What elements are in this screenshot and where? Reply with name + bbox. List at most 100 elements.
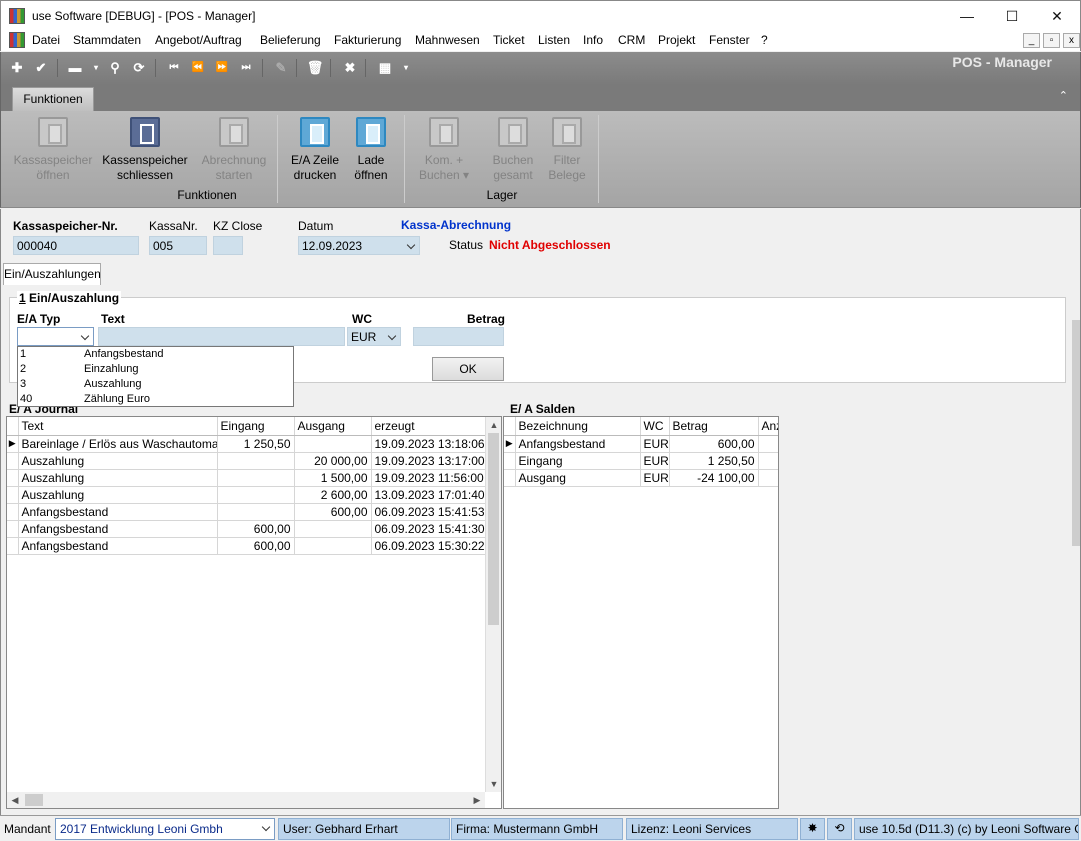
kzclose-field[interactable] [213,236,243,255]
ok-button[interactable]: OK [432,357,504,381]
cancel-icon[interactable]: ✖ [341,59,359,77]
journal-vertical-scrollbar[interactable]: ▲ ▼ [485,417,501,792]
first-record-icon[interactable]: ⏮ [165,59,183,77]
next-record-icon[interactable]: ⏩ [213,59,231,77]
betrag-input[interactable] [413,327,504,346]
text-input[interactable] [98,327,345,346]
ausgang-cell: 20 000,00 [294,452,372,470]
menu-info[interactable]: Info [583,33,603,47]
tab-ein-auszahlungen[interactable]: Ein/Auszahlungen [3,263,101,285]
prev-record-icon[interactable]: ⏪ [189,59,207,77]
dropdown-option[interactable]: 3 Auszahlung [20,378,142,390]
group-number: 1 [19,291,26,305]
kassaspeicher-oeffnen-button[interactable]: Kassaspeicher öffnen [11,117,95,183]
table-row[interactable]: Auszahlung 1 500,00 19.09.2023 11:56:00 [7,469,486,487]
column-header[interactable]: Betrag [669,417,759,436]
scroll-thumb[interactable] [25,794,43,806]
dropdown-option[interactable]: 1 Anfangsbestand [20,348,164,360]
buchen-gesamt-button[interactable]: Buchen gesamt [485,117,541,183]
journal-grid[interactable]: Text Eingang Ausgang erzeugt ▶ Bareinlage… [6,416,502,809]
scroll-down-icon[interactable]: ▼ [486,776,501,792]
lade-oeffnen-button[interactable]: Lade öffnen [347,117,395,183]
mdi-close-button[interactable]: x [1063,33,1080,48]
ribbon-collapse-icon[interactable]: ⌃ [1059,89,1068,102]
table-row[interactable]: Anfangsbestand 600,00 06.09.2023 15:41:53 [7,503,486,521]
menu-projekt[interactable]: Projekt [658,33,695,47]
menu-crm[interactable]: CRM [618,33,645,47]
filter-belege-button[interactable]: Filter Belege [543,117,591,183]
table-row[interactable]: Eingang EUR 1 250,50 [504,452,778,470]
mdi-app-icon[interactable] [9,32,25,48]
menu-mahnwesen[interactable]: Mahnwesen [415,33,480,47]
kassanr-field[interactable]: 005 [149,236,207,255]
edit-icon[interactable]: ✎ [272,59,290,77]
column-header[interactable]: erzeugt [371,417,486,436]
menu-help[interactable]: ? [761,33,768,47]
datum-field[interactable]: 12.09.2023 [298,236,420,255]
journal-horizontal-scrollbar[interactable]: ◀ ▶ [7,792,485,808]
ribbon-tab-funktionen[interactable]: Funktionen [12,87,94,111]
table-row[interactable]: Anfangsbestand 600,00 06.09.2023 15:41:30 [7,520,486,538]
abrechnung-starten-button[interactable]: Abrechnung starten [195,117,273,183]
menu-fakturierung[interactable]: Fakturierung [334,33,401,47]
check-icon[interactable]: ✔ [32,59,50,77]
notification-icon[interactable]: ✸ [800,818,825,840]
mdi-minimize-button[interactable]: _ [1023,33,1040,48]
last-record-icon[interactable]: ⏭ [237,59,255,77]
dropdown-option[interactable]: 40 Zählung Euro [20,393,150,405]
sync-icon[interactable]: ⟲ [827,818,852,840]
toolbar-separator [365,59,366,77]
print-dropdown-icon[interactable]: ▾ [87,59,105,77]
search-icon[interactable]: ⚲ [106,59,124,77]
kom-buchen-button[interactable]: Kom. + Buchen ▾ [413,117,475,183]
table-row[interactable]: ▶ Bareinlage / Erlös aus Waschautomat 1 25… [7,435,486,453]
scroll-thumb[interactable] [488,433,499,625]
dropdown-option[interactable]: 2 Einzahlung [20,363,138,375]
grid-dropdown-icon[interactable]: ▾ [397,59,415,77]
mdi-restore-button[interactable]: ▫ [1043,33,1060,48]
window-scroll-thumb[interactable] [1072,320,1080,546]
table-row[interactable]: ▶ Anfangsbestand EUR 600,00 [504,435,778,453]
delete-icon[interactable]: 🗑 [306,59,324,77]
column-header[interactable]: WC [640,417,670,436]
menu-angebot-auftrag[interactable]: Angebot/Auftrag [155,33,242,47]
table-row[interactable]: Anfangsbestand 600,00 06.09.2023 15:30:22 [7,537,486,555]
kassaspeicher-field[interactable]: 000040 [13,236,139,255]
refresh-icon[interactable]: ⟳ [130,59,148,77]
menu-datei[interactable]: Datei [32,33,60,47]
column-header[interactable]: Anz [758,417,778,436]
eingang-cell: 600,00 [217,537,295,555]
menu-ticket[interactable]: Ticket [493,33,525,47]
maximize-button[interactable]: ☐ [989,1,1035,31]
menu-stammdaten[interactable]: Stammdaten [73,33,141,47]
window-title: use Software [DEBUG] - [POS - Manager] [32,9,256,23]
menu-fenster[interactable]: Fenster [709,33,750,47]
ea-zeile-drucken-button[interactable]: E/A Zeile drucken [285,117,345,183]
wc-select[interactable]: EUR [347,327,401,346]
salden-grid[interactable]: Bezeichnung WC Betrag Anz ▶Anfangsbestan… [503,416,779,809]
add-icon[interactable]: ✚ [8,59,26,77]
button-label: Filter [553,153,581,167]
mandant-select[interactable]: 2017 Entwicklung Leoni Gmbh [55,818,275,840]
mandant-label: Mandant [4,822,51,836]
column-header[interactable]: Eingang [217,417,295,436]
column-header[interactable]: Bezeichnung [515,417,641,436]
scroll-left-icon[interactable]: ◀ [7,792,23,808]
button-label: Buchen ▾ [418,168,470,182]
menu-listen[interactable]: Listen [538,33,570,47]
table-row[interactable]: Ausgang EUR -24 100,00 [504,469,778,487]
column-header[interactable]: Ausgang [294,417,372,436]
kassenspeicher-schliessen-button[interactable]: Kassenspeicher schliessen [101,117,189,183]
minimize-button[interactable]: — [944,1,990,31]
grid-icon[interactable]: ▦ [376,59,394,77]
close-button[interactable]: ✕ [1034,1,1080,31]
column-header[interactable]: Text [18,417,218,436]
table-row[interactable]: Auszahlung 2 600,00 13.09.2023 17:01:40 [7,486,486,504]
ea-typ-select[interactable] [17,327,94,346]
table-row[interactable]: Auszahlung 20 000,00 19.09.2023 13:17:00 [7,452,486,470]
menu-belieferung[interactable]: Belieferung [260,33,321,47]
print-icon[interactable]: ▬ [66,59,84,77]
app-icon [9,8,25,24]
scroll-up-icon[interactable]: ▲ [486,417,501,433]
scroll-right-icon[interactable]: ▶ [469,792,485,808]
